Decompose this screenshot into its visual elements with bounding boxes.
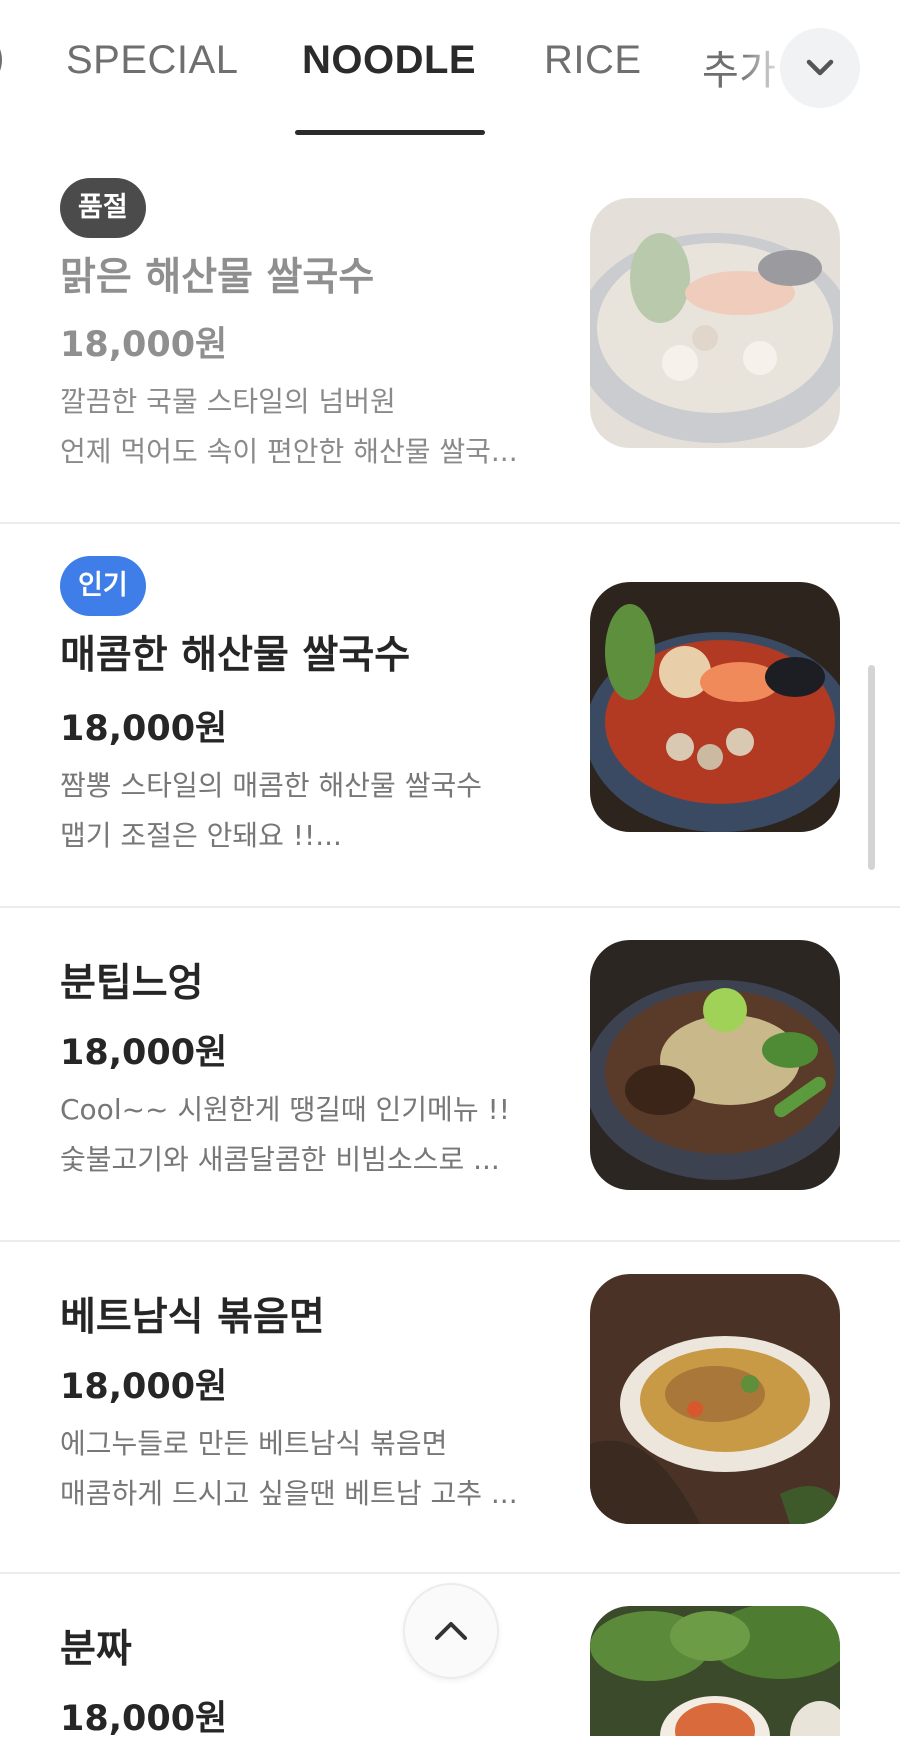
menu-item-description-line1: 깔끔한 국물 스타일의 넘버원: [60, 385, 396, 418]
tab-rice[interactable]: RICE: [544, 38, 642, 83]
menu-item-photo: [590, 1606, 840, 1736]
expand-categories-button[interactable]: [780, 28, 860, 108]
menu-item-photo: [590, 940, 840, 1190]
menu-item-description-line1: 에그누들로 만든 베트남식 볶음면: [60, 1427, 448, 1460]
chevron-up-icon: [435, 1622, 467, 1640]
menu-item-description-line2: 언제 먹어도 속이 편안한 해산물 쌀국...: [60, 435, 518, 468]
menu-item-name: 베트남식 볶음면: [60, 1295, 325, 1340]
menu-item-price: 18,000원: [60, 1033, 228, 1073]
menu-item-name: 맑은 해산물 쌀국수: [60, 255, 375, 300]
menu-item-description-line1: Cool~~ 시원한게 땡길때 인기메뉴 !!: [60, 1093, 510, 1126]
chevron-down-icon: [806, 59, 834, 76]
menu-item-price: 18,000원: [60, 709, 228, 749]
menu-item-price: 18,000원: [60, 1699, 228, 1739]
menu-item-description-line2: 매콤하게 드시고 싶을땐 베트남 고추 ...: [60, 1477, 518, 1510]
menu-item-vietnamese-fried-noodles[interactable]: 베트남식 볶음면 18,000원 에그누들로 만든 베트남식 볶음면 매콤하게 …: [0, 1242, 900, 1574]
menu-item-name: 분짜: [60, 1627, 132, 1672]
menu-item-price: 18,000원: [60, 1367, 228, 1407]
menu-item-bun-thit-nuong[interactable]: 분팁느엉 18,000원 Cool~~ 시원한게 땡길때 인기메뉴 !! 숯불고…: [0, 908, 900, 1242]
menu-item-photo: [590, 198, 840, 448]
menu-item-name: 분팁느엉: [60, 961, 204, 1006]
scrollbar-thumb[interactable]: [868, 665, 875, 870]
menu-item-price: 18,000원: [60, 325, 228, 365]
active-tab-indicator: [295, 130, 485, 135]
menu-item-photo: [590, 1274, 840, 1524]
menu-item-name: 매콤한 해산물 쌀국수: [60, 633, 411, 678]
menu-item-description-line2: 맵기 조절은 안돼요 !!...: [60, 819, 342, 852]
menu-item-description-line1: 짬뽕 스타일의 매콤한 해산물 쌀국수: [60, 769, 483, 802]
soldout-badge: 품절: [60, 178, 146, 238]
menu-item-description-line2: 숯불고기와 새콤달콤한 비빔소스로 ...: [60, 1143, 500, 1176]
tab-special[interactable]: SPECIAL: [66, 38, 238, 83]
tab-noodle[interactable]: NOODLE: [302, 38, 476, 83]
category-tab-bar: SPECIAL NOODLE RICE 추가: [0, 0, 900, 140]
menu-item-photo: [590, 582, 840, 832]
menu-item-clear-seafood-pho[interactable]: 품절 맑은 해산물 쌀국수 18,000원 깔끔한 국물 스타일의 넘버원 언제…: [0, 138, 900, 524]
tab-previous-partial[interactable]: [0, 42, 2, 78]
scroll-to-top-button[interactable]: [403, 1583, 499, 1679]
menu-item-spicy-seafood-pho[interactable]: 인기 매콤한 해산물 쌀국수 18,000원 짬뽕 스타일의 매콤한 해산물 쌀…: [0, 524, 900, 908]
popular-badge: 인기: [60, 556, 146, 616]
